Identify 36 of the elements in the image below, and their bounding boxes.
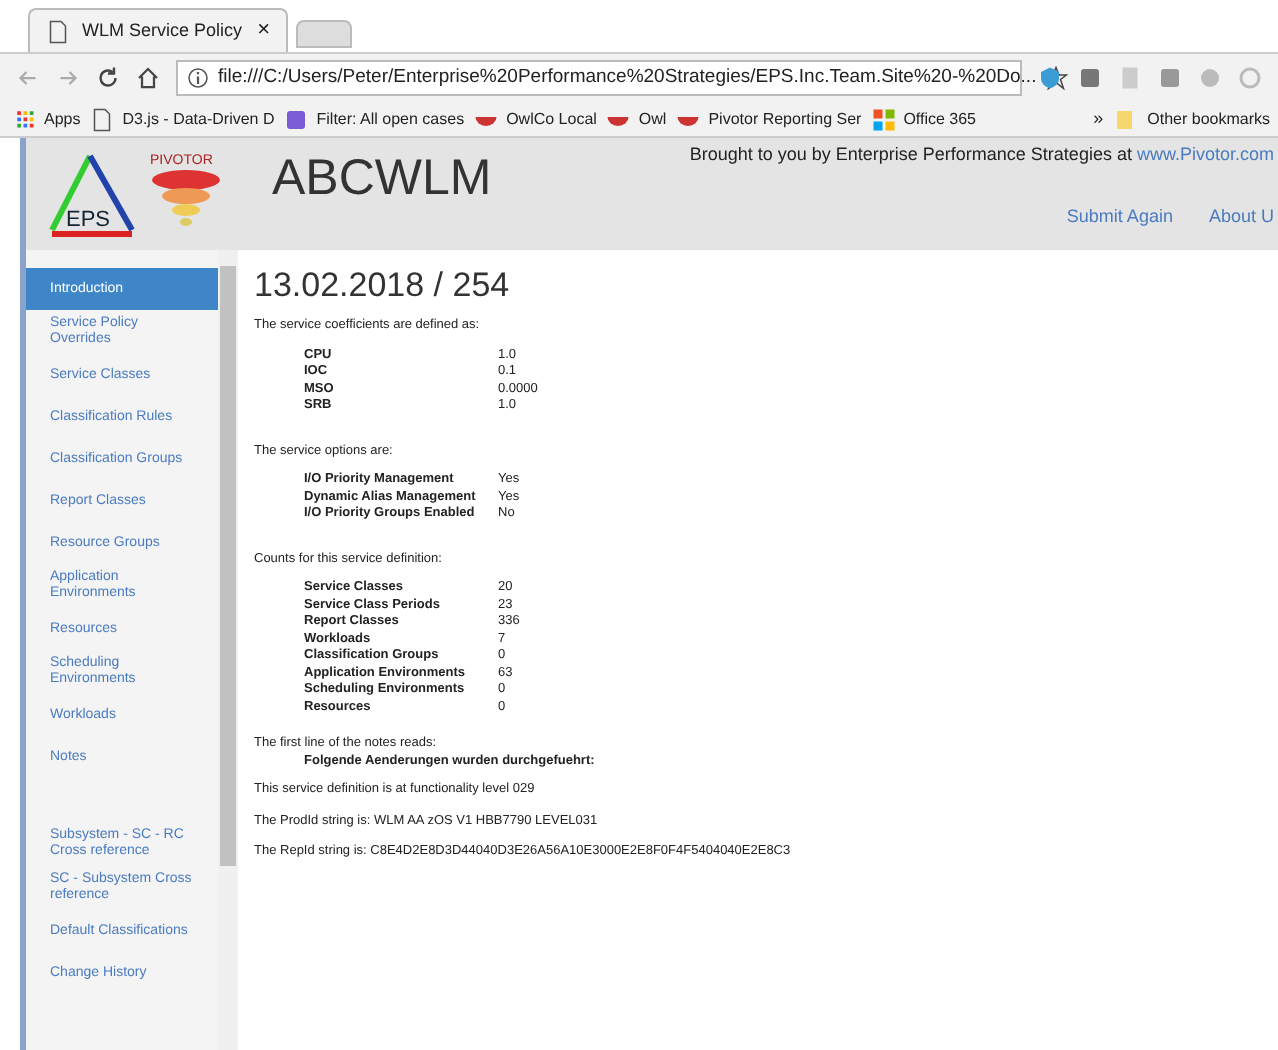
bookmark-folder[interactable]: Other bookmarks (1147, 107, 1270, 131)
filter-icon[interactable] (284, 107, 309, 131)
forward-arrow-icon[interactable] (56, 66, 80, 90)
star-icon[interactable] (1044, 66, 1069, 90)
bookmark-link[interactable]: Pivotor Reporting Ser (708, 107, 862, 131)
header-link[interactable]: Submit Again (1066, 203, 1173, 230)
more-bookmarks-button[interactable]: » (1093, 105, 1104, 133)
extension-icon[interactable] (1158, 66, 1182, 90)
back-arrow-icon[interactable] (16, 66, 40, 90)
reload-icon[interactable] (96, 66, 120, 90)
bookmark-link[interactable]: OwlCo Local (506, 107, 597, 131)
squares-icon[interactable] (871, 107, 896, 131)
app-title: ABCWLM (272, 148, 492, 210)
close-button[interactable]: × (257, 14, 270, 48)
header-link[interactable]: About U (1208, 203, 1274, 230)
scrollbar-thumb[interactable] (220, 266, 236, 866)
page-icon[interactable] (46, 19, 70, 43)
page-icon[interactable] (90, 107, 115, 131)
bookmark-link[interactable]: Office 365 (903, 107, 977, 131)
scrollbar[interactable] (218, 250, 238, 1050)
tab-title: WLM Service Policy (82, 17, 245, 44)
bookmark-link[interactable]: Filter: All open cases (316, 107, 465, 131)
pivotor-link[interactable]: www.Pivotor.com (1136, 144, 1274, 164)
browser-tab[interactable]: WLM Service Policy × (28, 8, 288, 52)
info-icon[interactable] (186, 66, 210, 90)
home-icon[interactable] (136, 66, 160, 90)
bookmark-link[interactable]: Apps (44, 107, 81, 131)
extension-icon[interactable] (1078, 66, 1102, 90)
bookmark-link[interactable]: D3.js - Data-Driven D (122, 107, 275, 131)
eps-logo: EPS (42, 150, 142, 240)
shield-icon[interactable] (1038, 66, 1062, 90)
url-text: file:///C:/Users/Peter/Enterprise%20Performance%20Strategies/EPS.Inc.Team.Site%20-%20Do... (218, 63, 1037, 92)
bookmark-link[interactable]: Owl (638, 107, 667, 131)
page-heading: 13.02.2018 / 254 (254, 266, 512, 306)
credit-text: Brought to you by Enterprise Performance Strategies at www.Pivotor.com (689, 142, 1274, 168)
apps-grid-icon[interactable] (16, 109, 36, 129)
